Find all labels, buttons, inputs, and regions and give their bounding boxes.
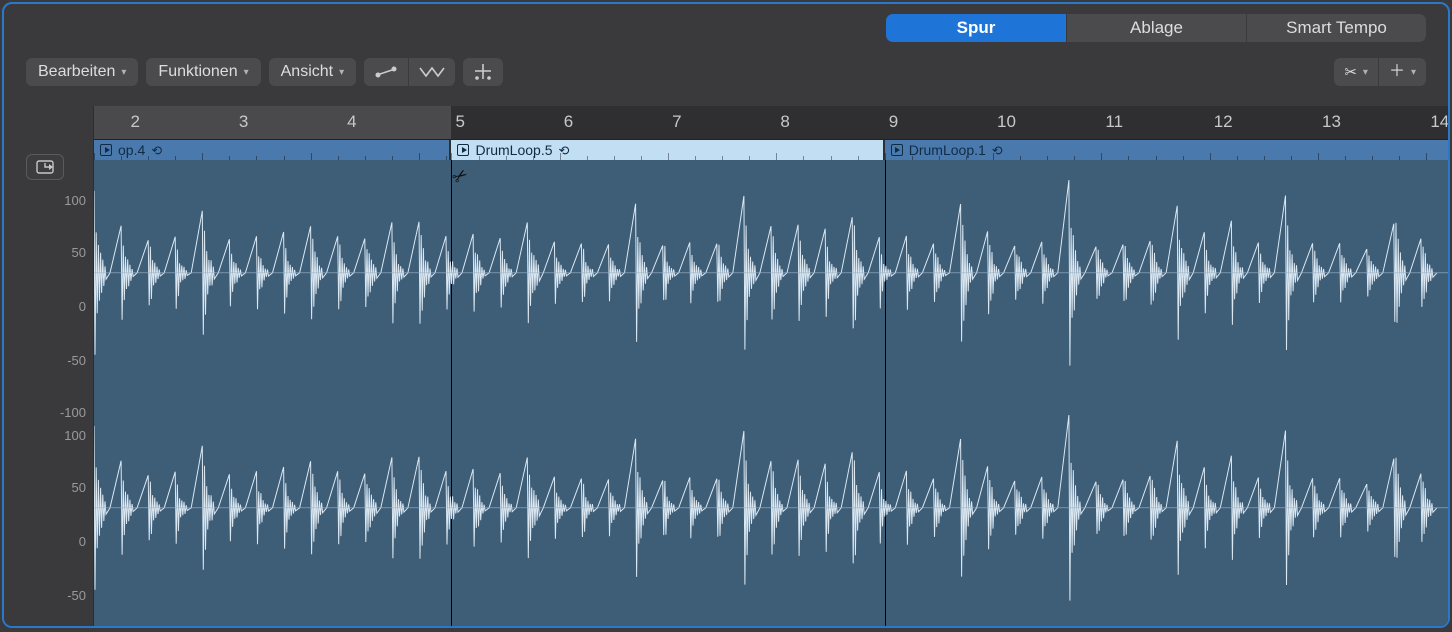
automation-icon: [374, 65, 398, 79]
chevron-down-icon: ▾: [244, 67, 249, 78]
automation-button[interactable]: [364, 58, 408, 86]
tab-file[interactable]: Ablage: [1066, 14, 1246, 42]
db-scale-label: 100: [4, 428, 86, 443]
bar-number: 11: [1105, 112, 1123, 132]
edit-menu-label: Bearbeiten: [38, 63, 115, 81]
editor-area: 100500-50-100100500-50-100 2345678910111…: [4, 106, 1448, 626]
chevron-down-icon: ▾: [1363, 67, 1368, 78]
marquee-cut-button[interactable]: [463, 58, 503, 86]
bar-number: 9: [889, 112, 898, 132]
ruler-cycle-range[interactable]: [94, 106, 451, 139]
left-click-tool[interactable]: ✂ ▾: [1334, 58, 1378, 86]
db-scale-label: -50: [4, 588, 86, 603]
bar-number: 4: [347, 112, 356, 132]
tool-pickers: ✂ ▾ ＋ ▾: [1334, 58, 1426, 86]
tab-track[interactable]: Spur: [886, 14, 1066, 42]
db-scale-label: -50: [4, 353, 86, 368]
tab-smart-tempo[interactable]: Smart Tempo: [1246, 14, 1426, 42]
view-tabs-row: Spur Ablage Smart Tempo: [4, 4, 1448, 52]
bar-number: 10: [997, 112, 1016, 132]
bar-number: 12: [1214, 112, 1233, 132]
edit-menu[interactable]: Bearbeiten ▾: [26, 58, 138, 86]
bar-number: 6: [564, 112, 573, 132]
flex-button[interactable]: [408, 58, 455, 86]
db-scale-label: 0: [4, 534, 86, 549]
db-scale-label: 0: [4, 299, 86, 314]
view-menu-label: Ansicht: [281, 63, 333, 81]
chevron-down-icon: ▾: [121, 67, 126, 78]
db-scale-label: -100: [4, 405, 86, 420]
db-scale-label: 100: [4, 193, 86, 208]
view-menu[interactable]: Ansicht ▾: [269, 58, 357, 86]
chevron-down-icon: ▾: [339, 67, 344, 78]
marquee-cut-icon: [473, 64, 493, 80]
functions-menu-label: Funktionen: [158, 63, 237, 81]
cmd-click-tool[interactable]: ＋ ▾: [1378, 58, 1426, 86]
waveform: [94, 160, 1448, 395]
waveform: [94, 395, 1448, 626]
audio-editor-window: Spur Ablage Smart Tempo Bearbeiten ▾ Fun…: [2, 2, 1450, 628]
region-header[interactable]: op.4⟲: [94, 140, 449, 160]
bar-number: 7: [672, 112, 681, 132]
region-header[interactable]: DrumLoop.5⟲: [451, 140, 882, 160]
timeline[interactable]: 2 3 4 5 6 7 8 9 10 11 12 13 14 op.4⟲DrumLoop.5⟲DrumL…: [94, 106, 1448, 626]
scissors-icon: ✂: [1344, 63, 1357, 81]
db-scale-label: 50: [4, 480, 86, 495]
bar-number: 13: [1322, 112, 1341, 132]
flex-icon: [419, 65, 445, 79]
gutter: 100500-50-100100500-50-100: [4, 106, 94, 626]
bar-ruler[interactable]: 2 3 4 5 6 7 8 9 10 11 12 13 14: [94, 106, 1448, 140]
bar-number: 3: [239, 112, 248, 132]
region-header-row: op.4⟲DrumLoop.5⟲DrumLoop.1⟲: [94, 140, 1448, 160]
view-tabs: Spur Ablage Smart Tempo: [886, 14, 1426, 42]
functions-menu[interactable]: Funktionen ▾: [146, 58, 260, 86]
catch-playhead-button[interactable]: [26, 154, 64, 180]
catch-playhead-icon: [36, 160, 54, 174]
automation-flex-group: [364, 58, 455, 86]
plus-icon: ＋: [1389, 64, 1405, 80]
bar-number: 2: [130, 112, 139, 132]
chevron-down-icon: ▾: [1411, 67, 1416, 78]
region-header[interactable]: DrumLoop.1⟲: [885, 140, 1448, 160]
bar-number: 5: [455, 112, 464, 132]
waveform-area[interactable]: ✂: [94, 160, 1448, 626]
bar-number: 8: [780, 112, 789, 132]
editor-toolbar: Bearbeiten ▾ Funktionen ▾ Ansicht ▾: [4, 52, 1448, 92]
bar-number: 14: [1430, 112, 1448, 132]
db-scale-label: 50: [4, 245, 86, 260]
